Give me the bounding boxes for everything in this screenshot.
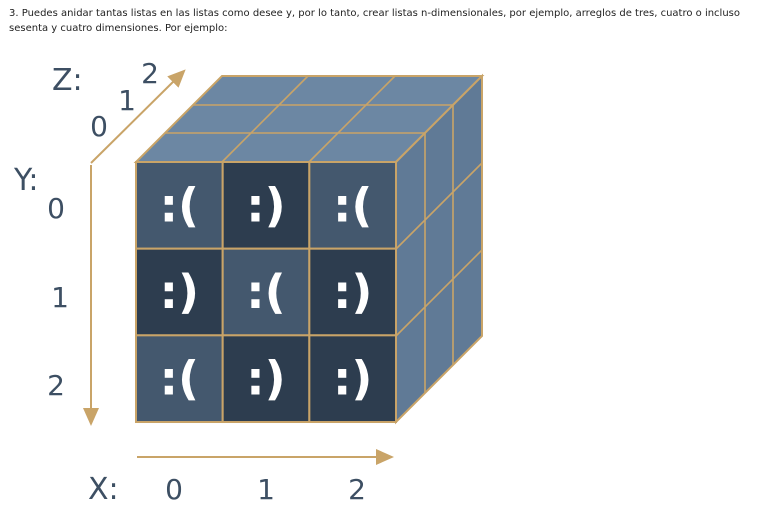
z-tick-0: 0 <box>90 110 108 143</box>
y-axis-label: Y: <box>13 163 38 198</box>
3d-array-diagram: :(:):(:):(:):(:):) Z: Y: X: 0 1 2 0 1 2 … <box>13 57 485 507</box>
cube-cell-face-2-1: :) <box>246 352 285 406</box>
cube-cell-face-2-0: :( <box>160 352 199 406</box>
y-tick-0: 0 <box>47 192 65 225</box>
y-tick-1: 1 <box>51 281 69 314</box>
cube-cell-face-2-2: :) <box>333 352 372 406</box>
x-tick-1: 1 <box>257 473 275 506</box>
cube-front-face: :(:) :(:) :(:) :(:):) <box>135 161 398 424</box>
cube-cell-face-1-2: :) <box>333 265 372 319</box>
z-tick-2: 2 <box>141 57 159 90</box>
cube-cell-face-1-0: :) <box>160 265 199 319</box>
z-tick-1: 1 <box>118 84 136 117</box>
x-tick-0: 0 <box>165 473 183 506</box>
cube-cell-face-1-1: :( <box>246 265 285 319</box>
x-tick-2: 2 <box>348 473 366 506</box>
y-tick-2: 2 <box>47 369 65 402</box>
cube-cell-face-0-2: :( <box>333 178 372 232</box>
z-axis-label: Z: <box>52 63 83 98</box>
cube-cell-face-0-1: :) <box>246 178 285 232</box>
cube-cell-face-0-0: :( <box>160 178 199 232</box>
x-axis-label: X: <box>88 472 119 507</box>
